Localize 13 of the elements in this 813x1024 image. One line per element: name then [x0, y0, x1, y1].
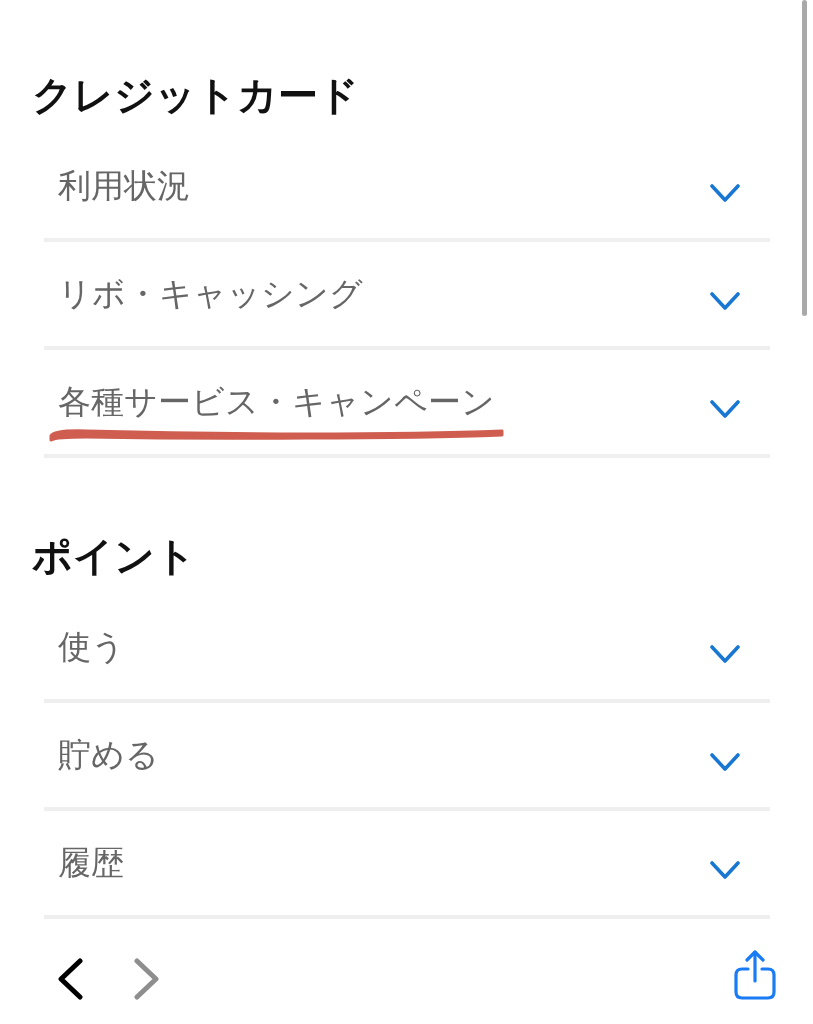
- accordion-header[interactable]: 利用状況: [44, 134, 770, 242]
- share-icon: [734, 950, 776, 1000]
- section-heading: クレジットカード: [32, 71, 359, 119]
- accordion-header[interactable]: リボ・キャッシング: [44, 242, 770, 350]
- accordion-header[interactable]: 使う: [44, 595, 770, 703]
- accordion-header[interactable]: 各種サービス・キャンペーン: [44, 350, 770, 458]
- section-heading: ポイント: [32, 532, 196, 580]
- share-button[interactable]: [734, 950, 776, 1000]
- accordion-header[interactable]: 貯める: [44, 703, 770, 811]
- chevron-left-icon: [57, 958, 83, 1000]
- accordion-header[interactable]: 履歴: [44, 811, 770, 919]
- back-button[interactable]: [57, 958, 83, 1000]
- chevron-right-icon: [134, 958, 160, 1000]
